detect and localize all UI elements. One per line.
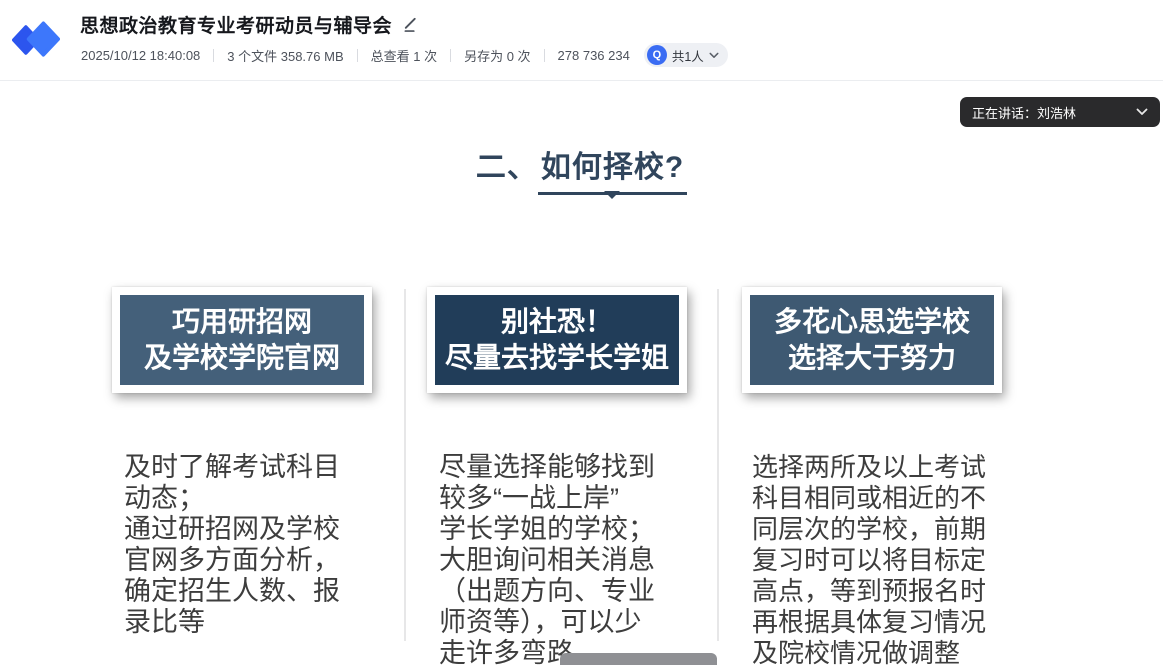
column-heading-frame: 别社恐！ 尽量去找学长学姐: [427, 287, 687, 393]
column-body-text: 及时了解考试科目 动态； 通过研招网及学校 官网多方面分析， 确定招生人数、报 …: [124, 452, 372, 638]
pencil-icon: [402, 16, 419, 33]
slide-title-main: 如何择校?: [538, 142, 687, 195]
slide-column-2: 别社恐！ 尽量去找学长学姐 尽量选择能够找到 较多“一战上岸” 学长学姐的学校；…: [427, 287, 687, 665]
column-body-text: 尽量选择能够找到 较多“一战上岸” 学长学姐的学校； 大胆询问相关消息 （出题方…: [439, 452, 687, 665]
meta-views: 总查看 1 次: [371, 46, 437, 65]
meta-datetime: 2025/10/12 18:40:08: [81, 48, 200, 63]
participants-dropdown[interactable]: Q 共1人: [644, 43, 728, 67]
edit-title-button[interactable]: [402, 16, 419, 33]
divider: [357, 49, 358, 62]
recording-title: 思想政治教育专业考研动员与辅导会: [80, 11, 392, 38]
chevron-down-icon: [1136, 108, 1148, 116]
header-bar: 思想政治教育专业考研动员与辅导会 2025/10/12 18:40:08 3 个…: [0, 0, 1163, 81]
avatar: Q: [647, 45, 667, 65]
meta-files: 3 个文件 358.76 MB: [227, 46, 343, 65]
column-body-text: 选择两所及以上考试 科目相同或相近的不 同层次的学校，前期 复习时可以将目标定 …: [752, 452, 1002, 665]
column-heading: 多花心思选学校 选择大于努力: [750, 295, 994, 385]
meta-meeting-id: 278 736 234: [558, 48, 630, 63]
participants-count-label: 共1人: [672, 46, 704, 65]
horizontal-scrollbar-thumb[interactable]: [560, 653, 717, 665]
divider: [213, 49, 214, 62]
slide-title-prefix: 二、: [476, 151, 538, 184]
column-divider: [404, 289, 406, 641]
divider: [450, 49, 451, 62]
column-heading-frame: 多花心思选学校 选择大于努力: [742, 287, 1002, 393]
meta-row: 2025/10/12 18:40:08 3 个文件 358.76 MB 总查看 …: [81, 43, 728, 67]
meeting-logo-icon: [12, 17, 60, 63]
slide-title: 二、如何择校?: [0, 142, 1163, 195]
column-heading: 别社恐！ 尽量去找学长学姐: [435, 295, 679, 385]
recording-viewer: 思想政治教育专业考研动员与辅导会 2025/10/12 18:40:08 3 个…: [0, 0, 1163, 665]
slide-column-1: 巧用研招网 及学校学院官网 及时了解考试科目 动态； 通过研招网及学校 官网多方…: [112, 287, 372, 638]
title-row: 思想政治教育专业考研动员与辅导会: [80, 11, 419, 38]
column-divider: [717, 289, 719, 641]
active-speaker-dropdown[interactable]: 正在讲话：刘浩林: [960, 97, 1160, 127]
active-speaker-label: 正在讲话：刘浩林: [972, 103, 1076, 122]
column-heading-frame: 巧用研招网 及学校学院官网: [112, 287, 372, 393]
divider: [544, 49, 545, 62]
column-heading: 巧用研招网 及学校学院官网: [120, 295, 364, 385]
slide-column-3: 多花心思选学校 选择大于努力 选择两所及以上考试 科目相同或相近的不 同层次的学…: [742, 287, 1002, 665]
chevron-down-icon: [709, 52, 719, 59]
meta-saves: 另存为 0 次: [464, 46, 530, 65]
